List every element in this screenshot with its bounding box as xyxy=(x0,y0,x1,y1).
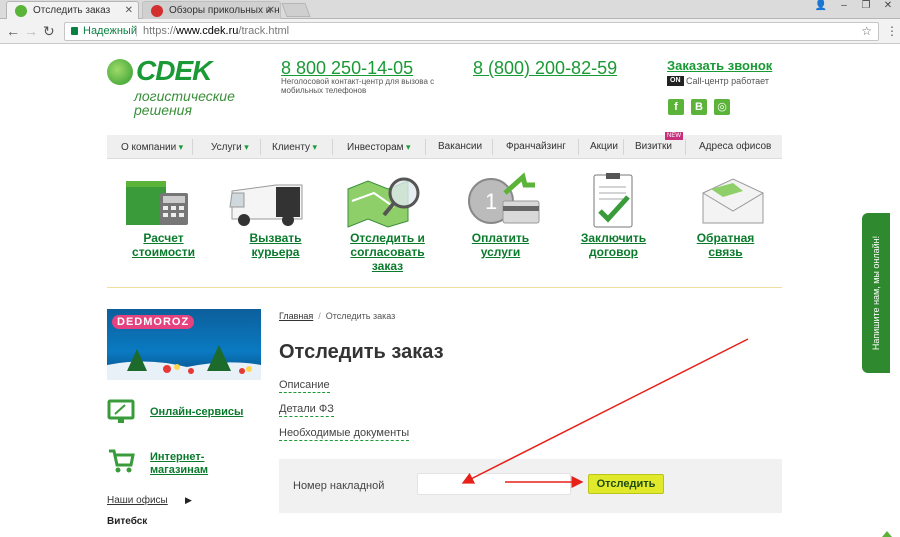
call-status: Call-центр работает xyxy=(686,76,769,86)
arrow-right-icon[interactable]: ▶ xyxy=(185,495,192,506)
restore-icon[interactable]: ❐ xyxy=(857,0,875,12)
cdek-logo[interactable]: СDEK xyxy=(136,55,212,87)
monitor-icon[interactable] xyxy=(107,397,135,425)
url-separator: | xyxy=(135,25,138,37)
new-badge: NEW xyxy=(665,132,683,140)
phone-main[interactable]: 8 800 250-14-05 xyxy=(281,58,413,79)
cdek-logo-icon[interactable] xyxy=(107,59,133,85)
nav-divider xyxy=(578,139,579,155)
nav-divider xyxy=(492,139,493,155)
minimize-icon[interactable]: – xyxy=(835,0,853,12)
fz-details-link[interactable]: Детали ФЗ xyxy=(279,403,334,417)
browser-tab-active[interactable]: Отследить заказ ✕ xyxy=(6,1,139,19)
main-nav: О компании Услуги Клиенту Инвесторам Вак… xyxy=(107,132,782,160)
forward-icon[interactable]: → xyxy=(24,22,38,40)
nav-divider xyxy=(192,139,193,155)
breadcrumb-home[interactable]: Главная xyxy=(279,311,313,321)
cdek-favicon-icon xyxy=(15,5,27,17)
nav-divider xyxy=(685,139,686,155)
tab-title: Отследить заказ xyxy=(33,5,111,16)
shopping-cart-icon[interactable] xyxy=(107,447,135,475)
on-badge: ON xyxy=(667,76,684,86)
nav-divider xyxy=(425,139,426,155)
browser-toolbar: ← → ↻ Надежный | https://www.cdek.ru/tra… xyxy=(0,19,900,44)
browser-tabstrip: Отследить заказ ✕ Обзоры прикольных и не… xyxy=(0,0,900,19)
address-bar[interactable]: Надежный | https://www.cdek.ru/track.htm… xyxy=(64,22,879,41)
internet-shops-link[interactable]: Интернет- магазинам xyxy=(150,451,208,477)
contract-clipboard-icon[interactable] xyxy=(574,171,654,229)
city-name: Витебск xyxy=(107,516,148,527)
nav-franchising[interactable]: Франчайзинг xyxy=(506,135,566,159)
nav-divider xyxy=(332,139,333,155)
nav-services[interactable]: Услуги xyxy=(211,135,249,160)
new-tab-button[interactable] xyxy=(281,3,311,17)
tab-title: Обзоры прикольных и нео xyxy=(169,5,281,16)
our-offices-link[interactable]: Наши офисы xyxy=(107,495,168,506)
logo-subtitle: логистические решения xyxy=(134,88,235,118)
close-window-icon[interactable]: ✕ xyxy=(879,0,897,12)
nav-promotions[interactable]: Акции xyxy=(590,135,618,159)
promo-banner[interactable]: DEDMOROZ xyxy=(107,309,261,380)
browser-tab[interactable]: Обзоры прикольных и нео ✕ xyxy=(142,1,281,19)
nav-investors[interactable]: Инвесторам xyxy=(347,135,411,160)
nav-divider xyxy=(623,139,624,155)
facebook-icon[interactable]: f xyxy=(668,99,684,115)
nav-client[interactable]: Клиенту xyxy=(272,135,317,160)
phone-main-note: Неголосовой контакт-центр для вызова с м… xyxy=(281,77,435,95)
breadcrumb-current: Отследить заказ xyxy=(325,311,396,321)
phone-alt[interactable]: 8 (800) 200-82-59 xyxy=(473,58,617,79)
service-feedback[interactable]: Обратная связь xyxy=(678,231,773,259)
page-title: Отследить заказ xyxy=(279,341,444,363)
track-button[interactable]: Отследить xyxy=(588,474,664,494)
user-icon[interactable]: 👤 xyxy=(812,0,830,12)
nav-vacancies[interactable]: Вакансии xyxy=(438,135,482,159)
url-text: https://www.cdek.ru/track.html xyxy=(143,25,290,37)
secure-label: Надежный xyxy=(83,25,137,37)
callback-link[interactable]: Заказать звонок xyxy=(667,58,772,73)
instagram-icon[interactable]: ◎ xyxy=(714,99,730,115)
required-docs-link[interactable]: Необходимые документы xyxy=(279,427,410,441)
scroll-top-icon[interactable] xyxy=(882,531,892,537)
service-contract[interactable]: Заключить договор xyxy=(566,231,661,259)
service-call-courier[interactable]: Вызвать курьера xyxy=(228,231,323,259)
online-chat-tab[interactable]: Напишите нам, мы онлайн! xyxy=(862,213,890,373)
online-services-link[interactable]: Онлайн-сервисы xyxy=(150,406,243,419)
site-favicon-icon xyxy=(151,5,163,17)
waybill-input[interactable] xyxy=(417,473,571,495)
vk-icon[interactable]: В xyxy=(691,99,707,115)
tab-close-icon[interactable]: ✕ xyxy=(267,2,275,19)
waybill-label: Номер накладной xyxy=(293,480,385,492)
feedback-envelope-icon[interactable] xyxy=(693,171,773,229)
breadcrumb-separator: / xyxy=(318,311,321,321)
breadcrumb: Главная / Отследить заказ xyxy=(279,311,395,321)
service-calc-cost[interactable]: Расчет стоимости xyxy=(116,231,211,259)
menu-icon[interactable]: ⋮ xyxy=(886,22,898,40)
lock-icon xyxy=(71,27,78,35)
bookmark-star-icon[interactable]: ☆ xyxy=(861,23,872,40)
back-icon[interactable]: ← xyxy=(6,22,20,40)
christmas-decor-icon xyxy=(107,345,261,380)
description-link[interactable]: Описание xyxy=(279,379,330,393)
divider xyxy=(107,287,782,288)
coin-card-icon[interactable]: 1 xyxy=(463,171,543,229)
nav-divider xyxy=(260,139,261,155)
nav-about[interactable]: О компании xyxy=(121,135,183,160)
map-magnifier-icon[interactable] xyxy=(344,171,424,229)
service-pay[interactable]: Оплатить услуги xyxy=(453,231,548,259)
reload-icon[interactable]: ↻ xyxy=(43,22,55,40)
track-form: Номер накладной Отследить xyxy=(279,459,782,513)
courier-van-icon[interactable] xyxy=(226,171,306,229)
svg-text:1: 1 xyxy=(485,189,497,214)
page-content: СDEK логистические решения 8 800 250-14-… xyxy=(0,45,900,537)
calculator-box-icon[interactable] xyxy=(122,171,202,229)
chat-tab-label: Напишите нам, мы онлайн! xyxy=(871,235,881,351)
service-track-order[interactable]: Отследить и согласовать заказ xyxy=(340,231,435,273)
tab-close-icon[interactable]: ✕ xyxy=(125,2,133,19)
nav-office-addresses[interactable]: Адреса офисов xyxy=(699,135,771,159)
